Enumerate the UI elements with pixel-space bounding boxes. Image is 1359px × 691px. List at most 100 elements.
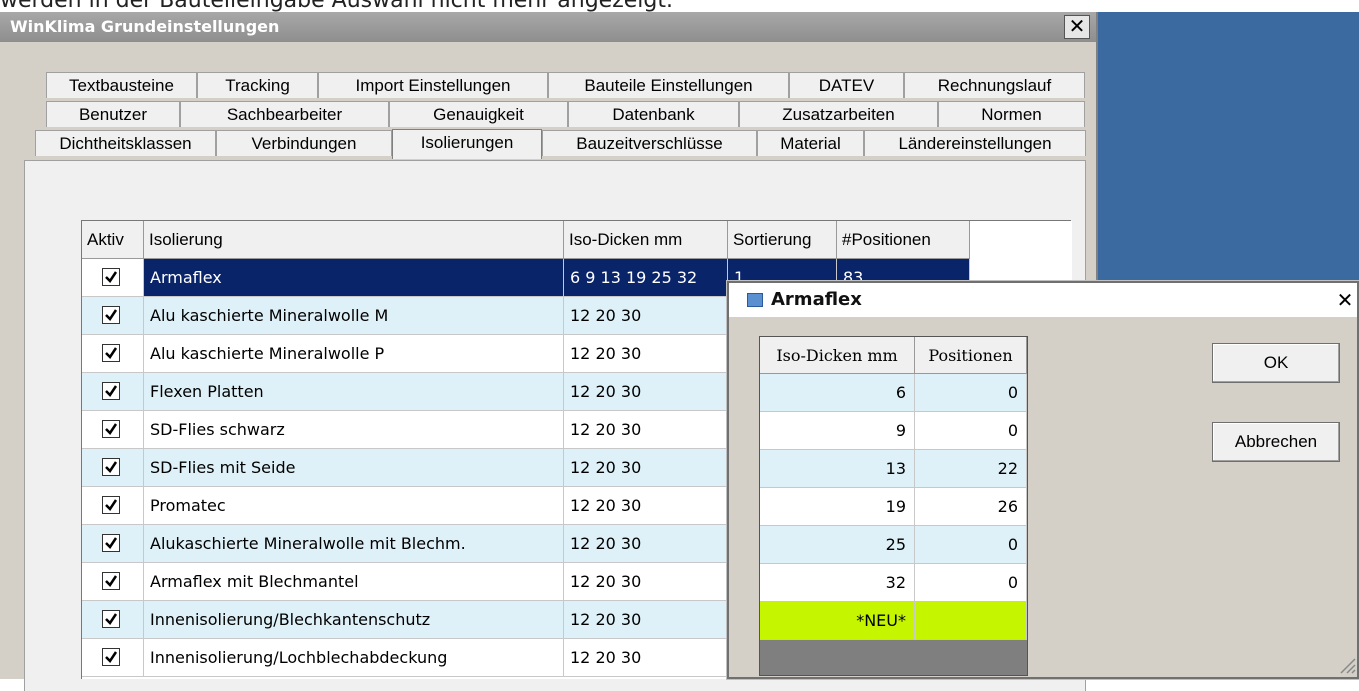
aktiv-checkbox[interactable] (102, 306, 120, 324)
aktiv-checkbox[interactable] (102, 534, 120, 552)
iso-dicken-cell[interactable]: 12 20 30 (564, 487, 728, 525)
checkmark-icon (105, 651, 118, 663)
isolierung-cell[interactable]: SD-Flies schwarz (144, 411, 564, 449)
ok-button[interactable]: OK (1212, 343, 1340, 383)
column-header[interactable]: Sortierung (728, 221, 837, 259)
iso-dicken-cell[interactable]: 12 20 30 (564, 601, 728, 639)
positionen-cell[interactable]: 22 (915, 450, 1027, 488)
table-row[interactable]: 13 22 (760, 450, 1027, 488)
column-header[interactable]: Positionen (915, 337, 1027, 374)
iso-dicken-grid: Iso-Dicken mm Positionen 6 0 9 0 13 22 19 26 25 0 32… (759, 336, 1028, 676)
iso-dicken-cell[interactable]: 12 20 30 (564, 563, 728, 601)
tab-material[interactable]: Material (757, 130, 864, 156)
aktiv-checkbox[interactable] (102, 420, 120, 438)
table-row[interactable]: 90 (760, 412, 1027, 450)
tab-normen[interactable]: Normen (938, 101, 1085, 127)
iso-dicken-cell[interactable]: 12 20 30 (564, 525, 728, 563)
iso-dicke-cell[interactable]: *NEU* (760, 602, 915, 640)
iso-dicken-cell[interactable]: 12 20 30 (564, 449, 728, 487)
tab-import-einstellungen[interactable]: Import Einstellungen (318, 72, 548, 98)
positionen-cell[interactable] (915, 602, 1027, 640)
isolierung-cell[interactable]: Innenisolierung/Blechkantenschutz (144, 601, 564, 639)
aktiv-checkbox[interactable] (102, 458, 120, 476)
aktiv-cell (82, 259, 144, 297)
checkmark-icon (105, 309, 118, 321)
iso-dicke-cell[interactable]: 13 (760, 450, 915, 488)
aktiv-cell (82, 639, 144, 677)
tab-verbindungen[interactable]: Verbindungen (216, 130, 392, 156)
cancel-button[interactable]: Abbrechen (1212, 422, 1340, 462)
iso-dicke-cell[interactable]: 25 (760, 526, 915, 564)
positionen-cell[interactable]: 0 (915, 374, 1027, 412)
positionen-cell[interactable]: 0 (915, 526, 1027, 564)
dialog-titlebar: Armaflex ✕ (729, 283, 1357, 317)
isolierung-cell[interactable]: Flexen Platten (144, 373, 564, 411)
iso-dicken-cell[interactable]: 12 20 30 (564, 373, 728, 411)
positionen-cell[interactable]: 0 (915, 564, 1027, 602)
tab-benutzer[interactable]: Benutzer (46, 101, 180, 127)
aktiv-checkbox[interactable] (102, 610, 120, 628)
iso-dicke-cell[interactable]: 6 (760, 374, 915, 412)
iso-dicken-cell[interactable]: 12 20 30 (564, 335, 728, 373)
aktiv-checkbox[interactable] (102, 344, 120, 362)
isolierung-cell[interactable]: Alukaschierte Mineralwolle mit Blechm. (144, 525, 564, 563)
tab-bauteile-einstellungen[interactable]: Bauteile Einstellungen (548, 72, 789, 98)
iso-dicken-cell[interactable]: 12 20 30 (564, 411, 728, 449)
tab-zusatzarbeiten[interactable]: Zusatzarbeiten (739, 101, 938, 127)
caption-text: werden in der Bauteileingabe Auswahl nic… (0, 0, 1359, 12)
positionen-cell[interactable]: 26 (915, 488, 1027, 526)
checkmark-icon (105, 537, 118, 549)
tab-sachbearbeiter[interactable]: Sachbearbeiter (180, 101, 389, 127)
table-row[interactable]: 19 26 (760, 488, 1027, 526)
column-header[interactable]: Iso-Dicken mm (564, 221, 728, 259)
aktiv-checkbox[interactable] (102, 648, 120, 666)
resize-grip-icon[interactable] (1337, 655, 1357, 675)
aktiv-checkbox[interactable] (102, 572, 120, 590)
tab-ländereinstellungen[interactable]: Ländereinstellungen (864, 130, 1086, 156)
checkmark-icon (105, 575, 118, 587)
iso-dicke-cell[interactable]: 32 (760, 564, 915, 602)
iso-dicken-cell[interactable]: 12 20 30 (564, 297, 728, 335)
iso-dicke-cell[interactable]: 19 (760, 488, 915, 526)
window-icon (747, 293, 763, 307)
column-header[interactable]: Isolierung (144, 221, 564, 259)
aktiv-cell (82, 525, 144, 563)
tab-isolierungen[interactable]: Isolierungen (392, 129, 542, 159)
tab-datenbank[interactable]: Datenbank (568, 101, 739, 127)
column-header[interactable]: Iso-Dicken mm (760, 337, 915, 374)
isolierung-cell[interactable]: Promatec (144, 487, 564, 525)
tab-bauzeitverschlüsse[interactable]: Bauzeitverschlüsse (542, 130, 757, 156)
table-row[interactable]: 60 (760, 374, 1027, 412)
tab-rechnungslauf[interactable]: Rechnungslauf (904, 72, 1085, 98)
tab-datev[interactable]: DATEV (789, 72, 904, 98)
aktiv-cell (82, 563, 144, 601)
positionen-cell[interactable]: 0 (915, 412, 1027, 450)
isolierung-cell[interactable]: Alu kaschierte Mineralwolle M (144, 297, 564, 335)
iso-dicken-cell[interactable]: 6 9 13 19 25 32 (564, 259, 728, 297)
aktiv-checkbox[interactable] (102, 496, 120, 514)
isolierung-cell[interactable]: SD-Flies mit Seide (144, 449, 564, 487)
checkmark-icon (105, 385, 118, 397)
aktiv-cell (82, 601, 144, 639)
column-header[interactable]: #Positionen (837, 221, 970, 259)
table-row[interactable]: 32 0 (760, 564, 1027, 602)
tab-genauigkeit[interactable]: Genauigkeit (389, 101, 568, 127)
isolierung-cell[interactable]: Innenisolierung/Lochblechabdeckung (144, 639, 564, 677)
isolierung-cell[interactable]: Armaflex mit Blechmantel (144, 563, 564, 601)
tab-tracking[interactable]: Tracking (197, 72, 318, 98)
aktiv-checkbox[interactable] (102, 382, 120, 400)
close-icon[interactable]: ✕ (1333, 288, 1357, 312)
iso-dicke-cell[interactable]: 9 (760, 412, 915, 450)
aktiv-checkbox[interactable] (102, 268, 120, 286)
column-header[interactable]: Aktiv (82, 221, 144, 259)
aktiv-cell (82, 373, 144, 411)
isolierung-cell[interactable]: Armaflex (144, 259, 564, 297)
dialog-title: Armaflex (771, 289, 862, 310)
tab-dichtheitsklassen[interactable]: Dichtheitsklassen (35, 130, 216, 156)
table-row[interactable]: 25 0 (760, 526, 1027, 564)
isolierung-cell[interactable]: Alu kaschierte Mineralwolle P (144, 335, 564, 373)
new-row[interactable]: *NEU* (760, 602, 1027, 640)
iso-dicken-cell[interactable]: 12 20 30 (564, 639, 728, 677)
tab-textbausteine[interactable]: Textbausteine (46, 72, 197, 98)
checkmark-icon (105, 613, 118, 625)
